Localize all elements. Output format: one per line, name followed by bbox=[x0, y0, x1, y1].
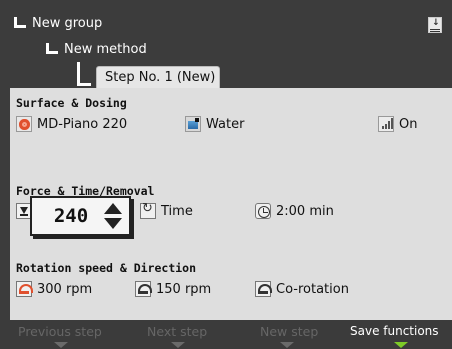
co-rotation-icon bbox=[255, 281, 272, 297]
next-step-label: Next step bbox=[147, 324, 208, 339]
disc-speed-field[interactable]: 300 rpm bbox=[16, 281, 92, 297]
previous-step-label: Previous step bbox=[18, 324, 102, 339]
dosing-value: On bbox=[399, 116, 418, 132]
lubricant-selector[interactable]: Water bbox=[185, 116, 244, 132]
lubricant-value: Water bbox=[206, 116, 245, 132]
disc-value: MD-Piano 220 bbox=[37, 116, 128, 132]
time-mode-icon bbox=[140, 201, 156, 219]
water-icon bbox=[185, 116, 201, 132]
dosing-toggle[interactable]: On bbox=[378, 116, 417, 132]
tree-item-group[interactable]: New group bbox=[14, 16, 102, 32]
duration-field[interactable]: 2:00 min bbox=[255, 203, 334, 219]
tree-item-method[interactable]: New method bbox=[46, 42, 147, 58]
holder-rotation-icon bbox=[135, 281, 152, 297]
duration-value: 2:00 min bbox=[276, 203, 334, 219]
tree-connector-icon bbox=[77, 62, 91, 86]
disc-rotation-icon bbox=[16, 281, 33, 297]
holder-speed-field[interactable]: 150 rpm bbox=[135, 281, 211, 297]
spinner-up-arrow-icon[interactable] bbox=[104, 203, 122, 214]
app-window: New group New method ↓ Step No. 1 (New) … bbox=[0, 0, 452, 349]
method-label: New method bbox=[64, 42, 147, 57]
softkey-indicator-icon bbox=[280, 342, 294, 348]
section-title-surface: Surface & Dosing bbox=[16, 96, 127, 110]
tree-connector-icon bbox=[14, 17, 26, 28]
disc-speed-value: 300 rpm bbox=[37, 281, 93, 297]
spinner-down-arrow-icon[interactable] bbox=[104, 218, 122, 229]
section-title-rotation: Rotation speed & Direction bbox=[16, 261, 197, 275]
mode-value: Time bbox=[161, 203, 193, 219]
spinner-controls bbox=[103, 203, 123, 229]
new-step-button[interactable]: New step bbox=[260, 324, 318, 349]
previous-step-button[interactable]: Previous step bbox=[18, 324, 102, 349]
tree-connector-icon bbox=[46, 43, 58, 54]
softkey-indicator-icon bbox=[54, 342, 68, 348]
next-step-button[interactable]: Next step bbox=[147, 324, 207, 349]
force-value[interactable]: 240 bbox=[42, 203, 100, 229]
tab-step[interactable]: Step No. 1 (New) bbox=[96, 66, 220, 88]
disc-icon bbox=[16, 116, 32, 132]
direction-selector[interactable]: Co-rotation bbox=[255, 281, 349, 297]
softkey-indicator-icon bbox=[394, 342, 408, 348]
mode-selector[interactable]: Time bbox=[140, 201, 193, 219]
save-functions-label: Save functions bbox=[350, 324, 439, 338]
clock-icon bbox=[255, 203, 271, 219]
save-functions-button[interactable]: Save functions bbox=[350, 324, 439, 349]
softkey-bar: Previous step Next step New step Save fu… bbox=[0, 320, 452, 349]
download-icon[interactable]: ↓ bbox=[428, 17, 442, 33]
disc-selector[interactable]: MD-Piano 220 bbox=[16, 116, 127, 132]
direction-value: Co-rotation bbox=[276, 281, 349, 297]
holder-speed-value: 150 rpm bbox=[156, 281, 212, 297]
softkey-indicator-icon bbox=[171, 342, 185, 348]
signal-bars-icon bbox=[378, 116, 394, 132]
new-step-label: New step bbox=[260, 324, 319, 339]
force-spinner[interactable]: 240 bbox=[30, 196, 131, 236]
group-label: New group bbox=[32, 16, 103, 31]
